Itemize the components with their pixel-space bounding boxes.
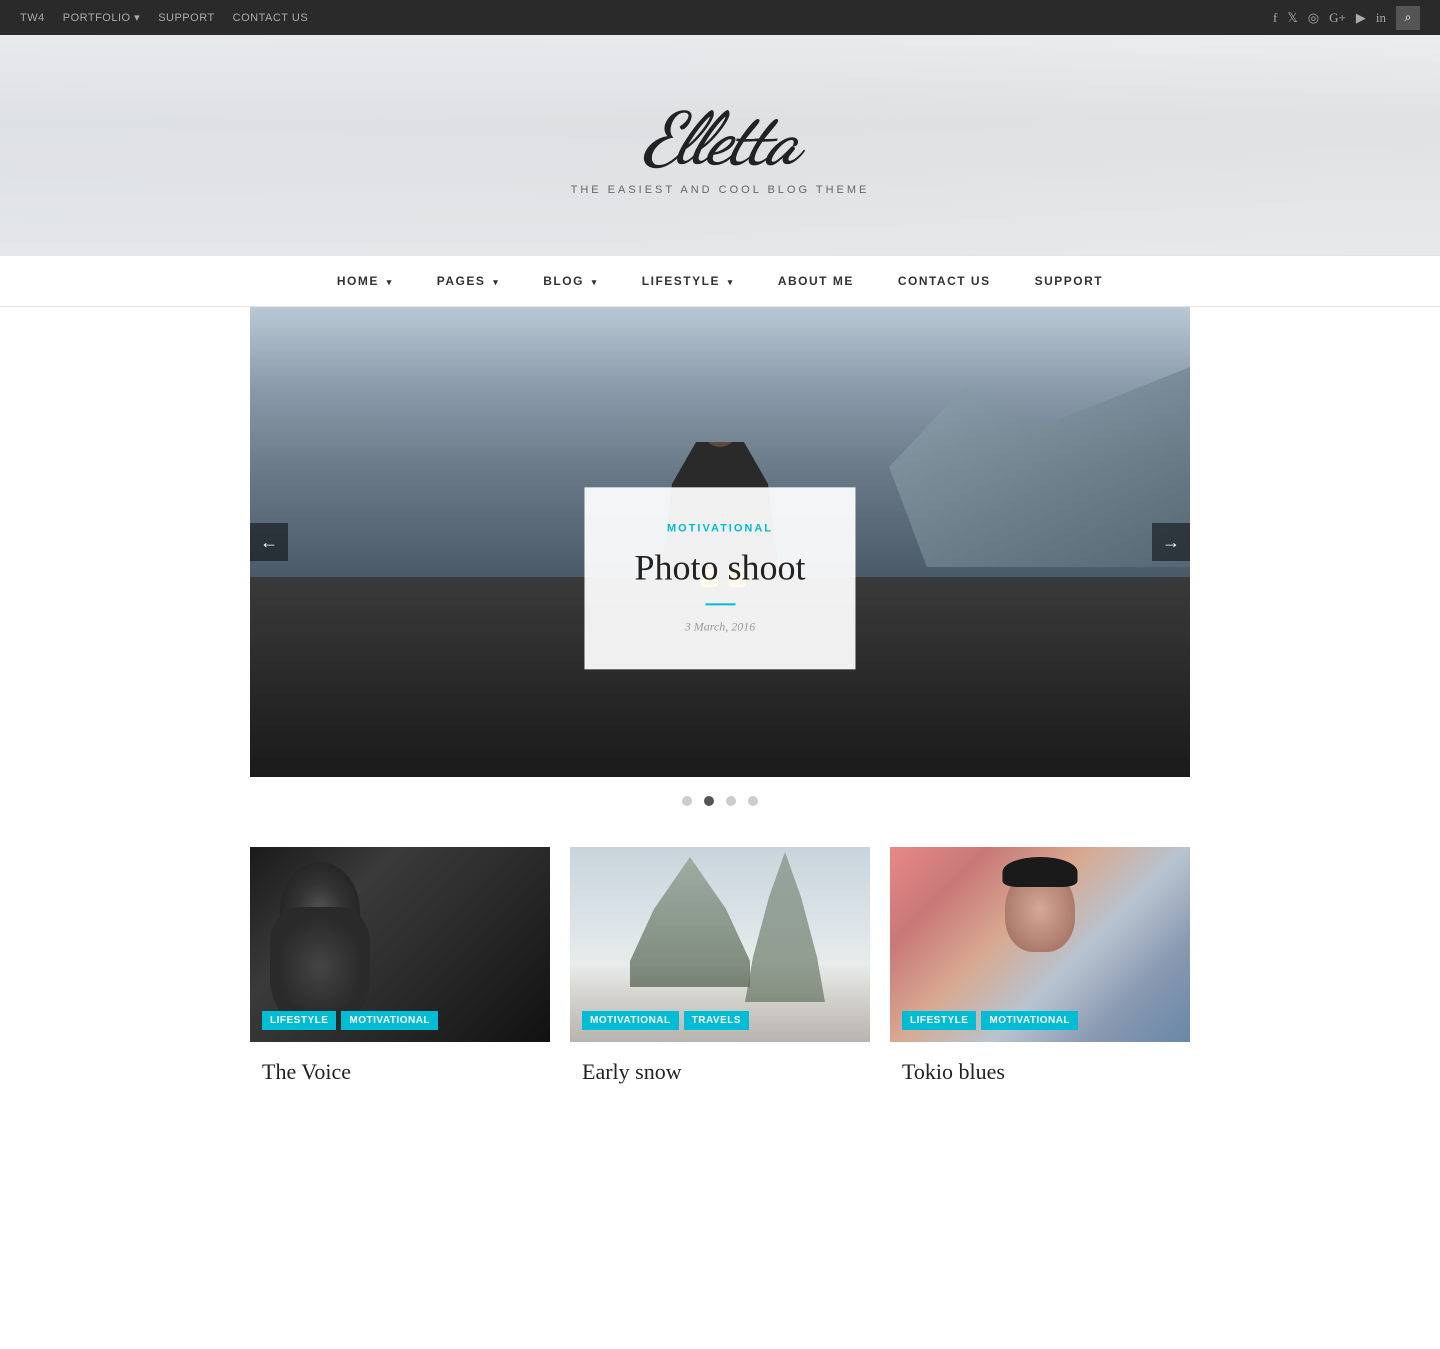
site-header: Elletta THE EASIEST AND COOL BLOG THEME [0, 35, 1440, 255]
slider-dots [250, 777, 1190, 827]
home-arrow: ▾ [387, 277, 393, 287]
google-plus-icon[interactable]: G+ [1329, 10, 1346, 26]
nav-item-about: ABOUT ME [756, 256, 876, 306]
card-title-3[interactable]: Tokio blues [902, 1058, 1178, 1087]
slider-dot-1[interactable] [682, 796, 692, 806]
search-icon-box[interactable]: ⌕ [1396, 6, 1420, 30]
topbar-link-portfolio[interactable]: PORTFOLIO ▾ [63, 11, 140, 24]
instagram-icon[interactable]: ◎ [1308, 10, 1319, 26]
hero-date: 3 March, 2016 [634, 620, 805, 635]
nav-item-support: SUPPORT [1013, 256, 1126, 306]
header-content: Elletta THE EASIEST AND COOL BLOG THEME [571, 104, 870, 196]
facebook-icon[interactable]: f [1273, 10, 1277, 26]
slider-dot-2[interactable] [704, 796, 714, 806]
topbar-link-support[interactable]: SUPPORT [158, 12, 214, 24]
tag-travels-2[interactable]: TRAVELS [684, 1011, 749, 1030]
top-bar-links: TW4 PORTFOLIO ▾ SUPPORT CONTACT US [20, 11, 308, 24]
hero-title: Photo shoot [634, 546, 805, 589]
tag-lifestyle-1[interactable]: LIFESTYLE [262, 1011, 336, 1030]
twitter-icon[interactable]: 𝕏 [1287, 10, 1297, 26]
portfolio-arrow: ▾ [134, 12, 140, 24]
nav-link-about[interactable]: ABOUT ME [756, 256, 876, 306]
tag-motivational-2[interactable]: MOTIVATIONAL [582, 1011, 679, 1030]
card-tags-1: LIFESTYLE MOTIVATIONAL [262, 1011, 438, 1030]
card-image-3: LIFESTYLE MOTIVATIONAL [890, 847, 1190, 1042]
nav-link-pages[interactable]: PAGES ▾ [415, 256, 522, 306]
nav-item-home: HOME ▾ [315, 256, 415, 306]
slider-next-button[interactable]: → [1152, 523, 1190, 561]
nav-link-blog[interactable]: BLOG ▾ [521, 256, 620, 306]
card-title-2[interactable]: Early snow [582, 1058, 858, 1087]
site-title: Elletta [571, 104, 870, 176]
nav-item-lifestyle: LIFESTYLE ▾ [620, 256, 756, 306]
blog-arrow: ▾ [592, 277, 598, 287]
nav-item-pages: PAGES ▾ [415, 256, 522, 306]
nav-link-contact[interactable]: CONTACT US [876, 256, 1013, 306]
nav-link-home[interactable]: HOME ▾ [315, 256, 415, 306]
nav-item-contact: CONTACT US [876, 256, 1013, 306]
hero-divider [705, 604, 735, 606]
hero-outer: MOTIVATIONAL Photo shoot 3 March, 2016 ←… [250, 307, 1190, 827]
slider-prev-button[interactable]: ← [250, 523, 288, 561]
lifestyle-arrow: ▾ [728, 277, 734, 287]
card-image-2: MOTIVATIONAL TRAVELS [570, 847, 870, 1042]
hero-category: MOTIVATIONAL [634, 522, 805, 534]
topbar-link-contact[interactable]: CONTACT US [233, 12, 309, 24]
card-3: LIFESTYLE MOTIVATIONAL Tokio blues [890, 847, 1190, 1095]
card-title-1[interactable]: The Voice [262, 1058, 538, 1087]
social-icons-bar: f 𝕏 ◎ G+ ▶ in ⌕ [1273, 6, 1420, 30]
card-2: MOTIVATIONAL TRAVELS Early snow [570, 847, 870, 1095]
search-icon: ⌕ [1405, 10, 1412, 25]
cards-section: LIFESTYLE MOTIVATIONAL The Voice MOTIVAT… [250, 847, 1190, 1115]
card-body-1: The Voice [250, 1042, 550, 1095]
nav-link-lifestyle[interactable]: LIFESTYLE ▾ [620, 256, 756, 306]
main-navigation: HOME ▾ PAGES ▾ BLOG ▾ LIFESTYLE ▾ ABOUT … [0, 255, 1440, 307]
card-tags-3: LIFESTYLE MOTIVATIONAL [902, 1011, 1078, 1030]
linkedin-icon[interactable]: in [1376, 10, 1386, 26]
hero-overlay: MOTIVATIONAL Photo shoot 3 March, 2016 [584, 487, 855, 669]
pages-arrow: ▾ [493, 277, 499, 287]
hero-slider: MOTIVATIONAL Photo shoot 3 March, 2016 ←… [250, 307, 1190, 777]
tag-motivational-3[interactable]: MOTIVATIONAL [981, 1011, 1078, 1030]
top-bar: TW4 PORTFOLIO ▾ SUPPORT CONTACT US f 𝕏 ◎… [0, 0, 1440, 35]
card-tags-2: MOTIVATIONAL TRAVELS [582, 1011, 749, 1030]
nav-item-blog: BLOG ▾ [521, 256, 620, 306]
card-body-3: Tokio blues [890, 1042, 1190, 1095]
nav-link-support[interactable]: SUPPORT [1013, 256, 1126, 306]
slider-dot-4[interactable] [748, 796, 758, 806]
hero-image: MOTIVATIONAL Photo shoot 3 March, 2016 [250, 307, 1190, 777]
card-body-2: Early snow [570, 1042, 870, 1095]
tag-motivational-1[interactable]: MOTIVATIONAL [341, 1011, 438, 1030]
slider-dot-3[interactable] [726, 796, 736, 806]
card-1: LIFESTYLE MOTIVATIONAL The Voice [250, 847, 550, 1095]
card-image-1: LIFESTYLE MOTIVATIONAL [250, 847, 550, 1042]
youtube-icon[interactable]: ▶ [1356, 10, 1366, 26]
tag-lifestyle-3[interactable]: LIFESTYLE [902, 1011, 976, 1030]
site-tagline: THE EASIEST AND COOL BLOG THEME [571, 184, 870, 196]
topbar-link-tw4[interactable]: TW4 [20, 12, 45, 24]
hero-wrapper: MOTIVATIONAL Photo shoot 3 March, 2016 ←… [0, 307, 1440, 827]
nav-list: HOME ▾ PAGES ▾ BLOG ▾ LIFESTYLE ▾ ABOUT … [315, 256, 1125, 306]
